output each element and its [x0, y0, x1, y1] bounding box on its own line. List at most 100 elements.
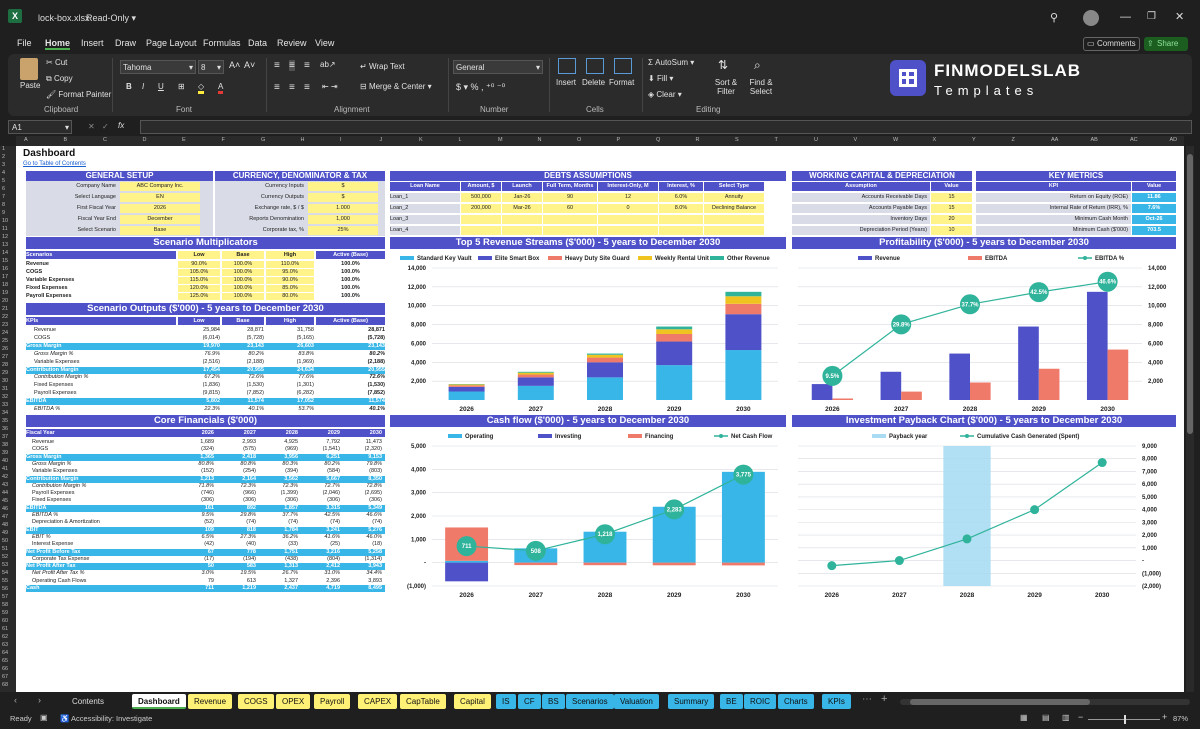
row-header[interactable]: 56: [2, 586, 8, 592]
bold-icon[interactable]: B: [126, 82, 132, 91]
row-header[interactable]: 35: [2, 418, 8, 424]
align-left-icon[interactable]: ≡: [274, 82, 280, 93]
row-header[interactable]: 61: [2, 626, 8, 632]
zoom-slider-thumb[interactable]: [1124, 715, 1126, 724]
row-header[interactable]: 31: [2, 386, 8, 392]
menu-review[interactable]: Review: [277, 38, 307, 48]
tab-bs[interactable]: BS: [542, 694, 565, 709]
zoom-in-icon[interactable]: +: [1162, 712, 1167, 722]
row-header[interactable]: 53: [2, 562, 8, 568]
column-header[interactable]: D: [143, 137, 147, 143]
toc-link[interactable]: Go to Table of Contents: [23, 161, 86, 167]
column-header[interactable]: J: [380, 137, 383, 143]
formula-input[interactable]: [140, 120, 1192, 134]
setup-value[interactable]: ABC Company Inc.: [120, 182, 200, 191]
scenario-cell[interactable]: 80.0%: [266, 293, 314, 300]
underline-icon[interactable]: U: [158, 82, 164, 91]
row-header[interactable]: 22: [2, 314, 8, 320]
column-header[interactable]: AD: [1170, 137, 1178, 143]
row-header[interactable]: 29: [2, 370, 8, 376]
setup-value[interactable]: 25%: [308, 226, 378, 235]
indent-icon[interactable]: ⇤ ⇥: [322, 82, 338, 91]
debts-cell[interactable]: 0: [598, 204, 658, 213]
row-header[interactable]: 9: [2, 210, 5, 216]
row-header[interactable]: 11: [2, 226, 8, 232]
debts-cell[interactable]: Loan_1: [390, 193, 460, 202]
accessibility-button[interactable]: ♿ Accessibility: Investigate: [60, 714, 152, 723]
horizontal-scrollbar[interactable]: [900, 699, 1190, 705]
column-header[interactable]: Z: [1012, 137, 1015, 143]
row-header[interactable]: 51: [2, 546, 8, 552]
debts-cell[interactable]: 6.0%: [659, 193, 703, 202]
row-header[interactable]: 6: [2, 186, 5, 192]
column-header[interactable]: P: [617, 137, 621, 143]
debts-cell[interactable]: [502, 226, 542, 235]
copy-button[interactable]: ⧉ Copy: [46, 74, 73, 84]
column-header[interactable]: S: [735, 137, 739, 143]
column-header[interactable]: E: [182, 137, 186, 143]
debts-cell[interactable]: Jan-26: [502, 193, 542, 202]
debts-cell[interactable]: [543, 215, 597, 224]
row-header[interactable]: 30: [2, 378, 8, 384]
tab-opex[interactable]: OPEX: [276, 694, 311, 709]
name-box[interactable]: A1 ▾: [8, 120, 72, 134]
currency-icon[interactable]: $ ▾ % , ⁺⁰ ⁻⁰: [456, 82, 505, 93]
scenario-cell[interactable]: 100.0%: [222, 293, 264, 300]
fill-button[interactable]: ⬇ Fill ▾: [648, 74, 673, 83]
row-header[interactable]: 43: [2, 482, 8, 488]
row-header[interactable]: 55: [2, 578, 8, 584]
debts-cell[interactable]: [461, 215, 501, 224]
normal-view-icon[interactable]: ▦: [1020, 713, 1028, 722]
scenario-cell[interactable]: 120.0%: [178, 285, 220, 292]
row-header[interactable]: 2: [2, 154, 5, 160]
column-header[interactable]: U: [814, 137, 818, 143]
align-top-icon[interactable]: ≡: [274, 60, 280, 71]
debts-cell[interactable]: Annuity: [704, 193, 764, 202]
tab-payroll[interactable]: Payroll: [314, 694, 351, 709]
tab-prev-icon[interactable]: ‹: [14, 695, 17, 705]
table-value[interactable]: 703.5: [1132, 226, 1176, 235]
scenario-cell[interactable]: 125.0%: [178, 293, 220, 300]
menu-data[interactable]: Data: [248, 38, 267, 48]
page-break-icon[interactable]: ▥: [1062, 713, 1070, 722]
scenario-cell[interactable]: 100.0%: [222, 285, 264, 292]
macro-icon[interactable]: ▣: [40, 713, 48, 722]
row-header[interactable]: 28: [2, 362, 8, 368]
row-header[interactable]: 47: [2, 514, 8, 520]
row-header[interactable]: 44: [2, 490, 8, 496]
row-header[interactable]: 27: [2, 354, 8, 360]
row-header[interactable]: 40: [2, 458, 8, 464]
table-value[interactable]: 15: [931, 193, 972, 202]
scenario-cell[interactable]: 90.0%: [178, 261, 220, 268]
row-header[interactable]: 14: [2, 250, 8, 256]
column-header[interactable]: L: [459, 137, 462, 143]
debts-cell[interactable]: Loan_2: [390, 204, 460, 213]
row-header[interactable]: 59: [2, 610, 8, 616]
row-header[interactable]: 32: [2, 394, 8, 400]
debts-cell[interactable]: [659, 215, 703, 224]
row-header[interactable]: 21: [2, 306, 8, 312]
tab-valuation[interactable]: Valuation: [614, 694, 659, 709]
row-header[interactable]: 4: [2, 170, 5, 176]
row-header[interactable]: 20: [2, 298, 8, 304]
column-header[interactable]: V: [854, 137, 858, 143]
debts-cell[interactable]: [659, 226, 703, 235]
scenario-cell[interactable]: 105.0%: [178, 269, 220, 276]
row-header[interactable]: 18: [2, 282, 8, 288]
scenario-cell[interactable]: 85.0%: [266, 285, 314, 292]
column-header[interactable]: A: [24, 137, 28, 143]
row-header[interactable]: 62: [2, 634, 8, 640]
table-value[interactable]: 10: [931, 226, 972, 235]
menu-home[interactable]: Home: [45, 38, 71, 50]
tab-summary[interactable]: Summary: [668, 694, 715, 709]
column-header[interactable]: N: [538, 137, 542, 143]
close-icon[interactable]: ✕: [1175, 10, 1184, 23]
format-painter-button[interactable]: 🖌 Format Painter: [46, 90, 111, 99]
row-header[interactable]: 24: [2, 330, 8, 336]
borders-icon[interactable]: ⊞: [178, 82, 185, 91]
column-header[interactable]: K: [419, 137, 423, 143]
shrink-font-icon[interactable]: A˅: [244, 60, 255, 70]
column-header[interactable]: B: [64, 137, 68, 143]
row-header[interactable]: 37: [2, 434, 8, 440]
column-header[interactable]: O: [577, 137, 581, 143]
